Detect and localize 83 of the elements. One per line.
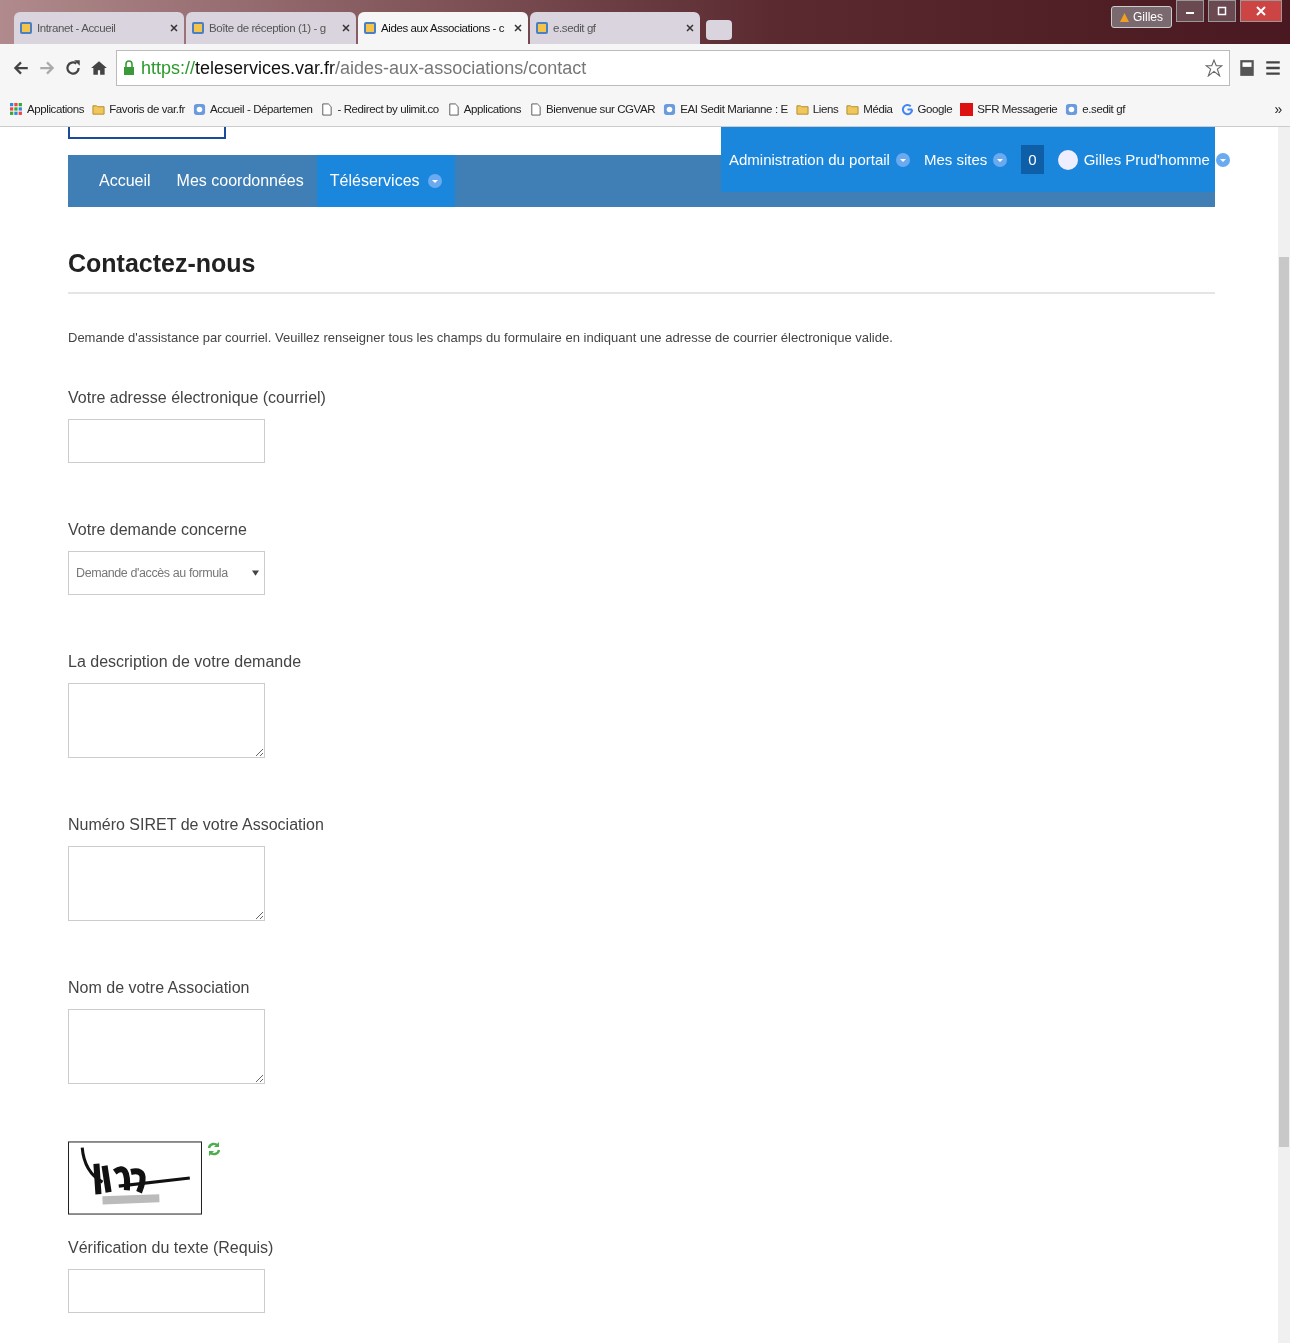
browser-tab[interactable]: Aides aux Associations - c [358, 12, 528, 44]
back-icon[interactable] [12, 59, 30, 77]
page-icon [19, 21, 33, 35]
more-bookmarks[interactable]: » [1274, 101, 1282, 117]
warning-icon [1120, 12, 1129, 22]
nav-menu[interactable]: Mes sites [923, 151, 1008, 168]
lock-icon [123, 60, 135, 76]
site-icon [1065, 102, 1079, 116]
caret-icon [427, 174, 442, 188]
page-icon [363, 21, 377, 35]
caret-icon [1215, 152, 1230, 167]
tab-title: Intranet - Accueil [37, 22, 117, 34]
new-tab-button[interactable] [706, 20, 732, 40]
bookmark[interactable]: Favoris de var.fr [92, 102, 185, 116]
bookmark[interactable]: Google [900, 102, 953, 116]
reload-icon[interactable] [64, 59, 82, 77]
tab-title: Aides aux Associations - c [381, 22, 506, 34]
profile-button[interactable]: Gilles [1111, 6, 1172, 28]
scrollbar[interactable] [1278, 127, 1290, 1343]
field-label: La description de votre demande [68, 653, 303, 671]
refresh-icon[interactable] [206, 1141, 222, 1157]
nav-item[interactable]: Téléservices [316, 155, 455, 207]
page-icon [320, 102, 334, 116]
input-field[interactable] [68, 1269, 265, 1313]
bookmark[interactable]: Applications [446, 102, 522, 116]
close-icon[interactable] [169, 23, 179, 33]
bookmark[interactable]: Bienvenue sur CGVAR [529, 102, 656, 116]
page-icon [529, 102, 543, 116]
bookmark[interactable]: Liens [795, 102, 839, 116]
folder-icon [795, 102, 809, 116]
field-label: Nom de votre Association [68, 979, 251, 997]
browser-tab[interactable]: Intranet - Accueil [14, 12, 184, 44]
caret-icon [993, 152, 1008, 167]
page-icon [191, 21, 205, 35]
bookmark[interactable]: SFR Messagerie [960, 102, 1058, 116]
bookmark[interactable]: e.sedit gf [1065, 102, 1125, 116]
bookmark[interactable]: Média [846, 102, 893, 116]
dropdown[interactable]: Demande d'accès au formula [68, 551, 265, 595]
browser-tab[interactable]: Boîte de réception (1) - g [186, 12, 356, 44]
user-menu[interactable]: Gilles Prud'homme [1057, 149, 1230, 170]
site-icon [663, 102, 677, 116]
field-label: Vérification du texte (Requis) [68, 1239, 275, 1257]
bookmark[interactable]: - Redirect by ulimit.co [320, 102, 439, 116]
maximize-button[interactable] [1208, 0, 1236, 22]
field-label: Numéro SIRET de votre Association [68, 816, 325, 834]
menu-icon[interactable] [1264, 59, 1282, 77]
tab-title: Boîte de réception (1) - g [209, 22, 327, 34]
address-bar[interactable]: https://teleservices.var.fr/aides-aux-associations/contact [116, 50, 1230, 86]
input-field[interactable] [68, 419, 265, 463]
site-icon [960, 102, 974, 116]
home-icon[interactable] [90, 59, 108, 77]
avatar-icon [1057, 149, 1078, 170]
browser-tab[interactable]: e.sedit gf [530, 12, 700, 44]
nav-item[interactable]: Accueil [86, 155, 164, 207]
page-icon [535, 21, 549, 35]
site-icon [192, 102, 206, 116]
caret-icon [252, 570, 259, 576]
close-icon[interactable] [513, 23, 523, 33]
caret-icon [895, 152, 910, 167]
star-icon[interactable] [1205, 59, 1223, 77]
bookmark[interactable]: Applications [10, 102, 85, 116]
close-icon [1256, 6, 1266, 16]
apps-icon [10, 102, 23, 116]
bookmark[interactable]: Accueil - Départemen [192, 102, 313, 116]
intro-text: Demande d'assistance par courriel. Veuillez renseigner tous les champs du formulaire en indiquant une adresse de courrier électronique valide. [68, 330, 894, 345]
minimize-button[interactable] [1176, 0, 1204, 22]
close-button[interactable] [1240, 0, 1282, 22]
notification-count[interactable]: 0 [1021, 145, 1044, 174]
page-icon [446, 102, 460, 116]
google-icon [900, 102, 914, 116]
maximize-icon [1217, 6, 1227, 16]
page-title: Contactez-nous [68, 249, 1215, 294]
folder-icon [92, 102, 106, 116]
close-icon[interactable] [341, 23, 351, 33]
bookmark[interactable]: EAI Sedit Marianne : E [663, 102, 788, 116]
nav-item[interactable]: Mes coordonnées [163, 155, 317, 207]
nav-menu[interactable]: Administration du portail [729, 151, 910, 168]
field-label: Votre adresse électronique (courriel) [68, 389, 327, 407]
close-icon[interactable] [685, 23, 695, 33]
folder-icon [846, 102, 860, 116]
tab-title: e.sedit gf [553, 22, 597, 34]
extension-icon[interactable] [1238, 59, 1256, 77]
field-label: Votre demande concerne [68, 521, 248, 539]
